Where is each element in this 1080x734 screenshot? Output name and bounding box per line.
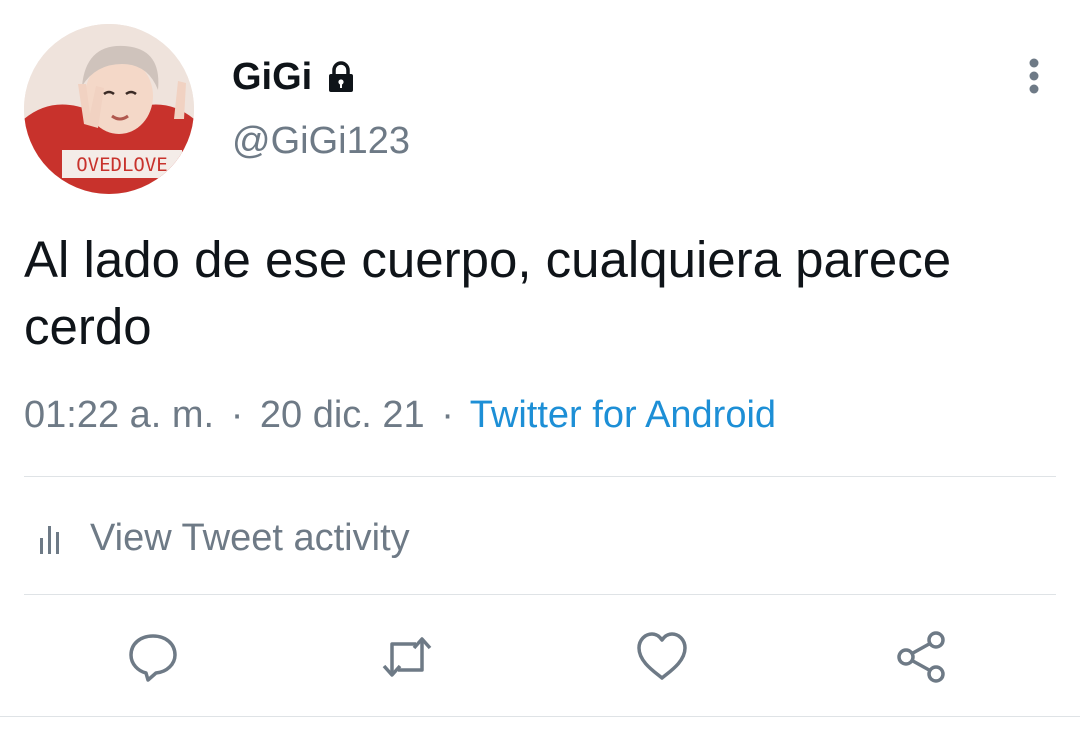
user-handle[interactable]: @GiGi123 <box>232 120 410 163</box>
more-vertical-icon <box>1029 58 1039 94</box>
display-name[interactable]: GiGi <box>232 56 312 99</box>
share-button[interactable] <box>892 628 950 686</box>
divider <box>0 716 1080 717</box>
tweet-detail: OVEDLOVE GiGi @GiGi123 Al lado de ese cu… <box>0 0 1080 734</box>
comment-icon <box>129 634 177 682</box>
tweet-metadata: 01:22 a. m. · 20 dic. 21 · Twitter for A… <box>24 394 776 437</box>
divider <box>24 594 1056 595</box>
retweet-button[interactable] <box>378 628 436 686</box>
tweet-time[interactable]: 01:22 a. m. <box>24 394 214 436</box>
avatar-image: OVEDLOVE <box>24 24 194 194</box>
bar-chart-icon <box>40 526 59 554</box>
lock-icon <box>324 60 358 94</box>
separator: · <box>230 394 244 436</box>
reply-button[interactable] <box>124 628 182 686</box>
avatar-sweater-text: OVEDLOVE <box>76 154 168 176</box>
view-tweet-activity-label: View Tweet activity <box>90 516 410 559</box>
more-options-button[interactable] <box>1014 56 1054 96</box>
separator: · <box>441 394 454 436</box>
view-tweet-activity-button[interactable]: View Tweet activity <box>24 508 410 568</box>
avatar[interactable]: OVEDLOVE <box>24 24 194 194</box>
retweet-icon <box>382 637 432 677</box>
tweet-date[interactable]: 20 dic. 21 <box>260 394 425 436</box>
like-button[interactable] <box>633 628 691 686</box>
display-name-row: GiGi <box>232 52 358 102</box>
heart-icon <box>637 632 687 680</box>
tweet-source-link[interactable]: Twitter for Android <box>470 394 776 436</box>
share-icon <box>897 631 945 683</box>
tweet-text: Al lado de ese cuerpo, cualquiera parece… <box>24 231 952 355</box>
divider <box>24 476 1056 477</box>
